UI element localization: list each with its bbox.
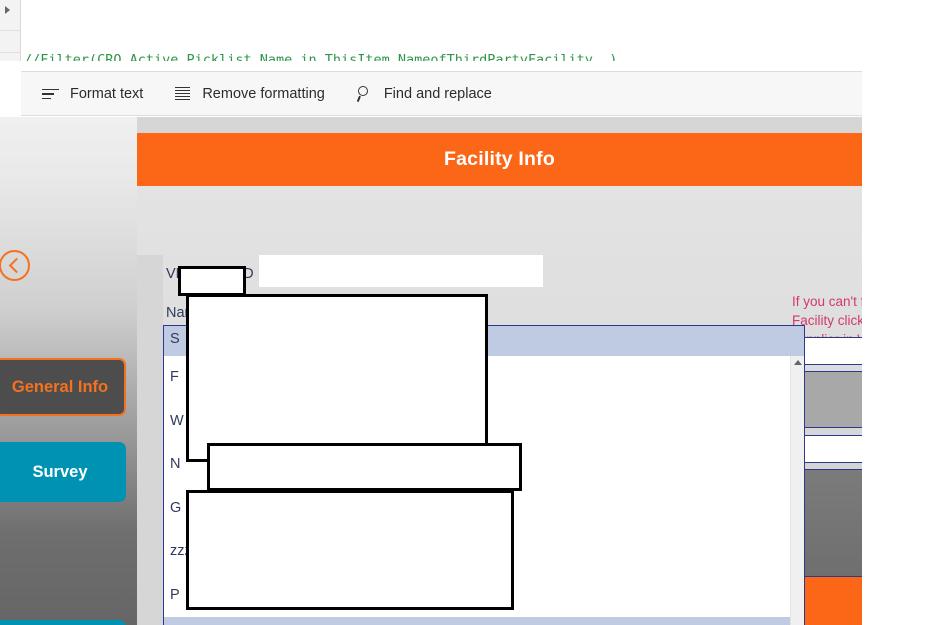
vmstars-id-input[interactable] bbox=[259, 255, 543, 287]
gutter-divider bbox=[0, 52, 21, 53]
redaction-box bbox=[186, 294, 488, 462]
combobox-scrollbar[interactable] bbox=[790, 356, 804, 625]
sidebar-item-attachments[interactable]: Attachments bbox=[0, 620, 126, 625]
combobox-option-label: G bbox=[170, 499, 182, 516]
page-title: Facility Info bbox=[444, 148, 555, 170]
formula-gutter bbox=[0, 0, 21, 61]
format-text-icon bbox=[41, 84, 61, 104]
search-icon bbox=[355, 84, 375, 104]
formula-bar[interactable]: //Filter(CRO_Active_Picklist,Name in Thi… bbox=[0, 0, 933, 61]
app-navigation-pane: General Info Survey Attachments bbox=[0, 117, 137, 625]
combobox-option-label: W bbox=[170, 412, 184, 429]
combobox-search-value: S bbox=[170, 331, 180, 347]
formula-code[interactable]: //Filter(CRO_Active_Picklist,Name in Thi… bbox=[24, 0, 933, 61]
format-text-button[interactable]: Format text bbox=[35, 71, 149, 116]
combobox-option-label: N bbox=[170, 456, 181, 472]
formula-toolbar: Format text Remove formatting Find and r… bbox=[21, 71, 862, 116]
redaction-box bbox=[186, 490, 514, 610]
chevron-left-icon bbox=[8, 257, 25, 274]
formula-line-1: //Filter(CRO_Active_Picklist,Name in Thi… bbox=[24, 48, 933, 61]
combobox-option[interactable]: P bbox=[164, 617, 804, 625]
scroll-up-arrow-icon[interactable] bbox=[794, 360, 802, 365]
screen-header: Facility Info bbox=[137, 133, 862, 186]
combobox-option-label: P bbox=[170, 586, 180, 603]
formula-token: //Filter(CRO_Active_Picklist,Name in Thi… bbox=[24, 52, 618, 61]
format-text-label: Format text bbox=[70, 85, 144, 102]
remove-formatting-button[interactable]: Remove formatting bbox=[167, 71, 331, 116]
redaction-box bbox=[178, 266, 246, 296]
app-root: //Filter(CRO_Active_Picklist,Name in Thi… bbox=[0, 0, 933, 625]
sidebar-item-label: General Info bbox=[11, 377, 109, 396]
helper-text-line: If you can't f bbox=[792, 294, 862, 309]
sidebar-item-label: Survey bbox=[32, 462, 88, 481]
expand-caret-icon[interactable] bbox=[5, 6, 10, 14]
gutter-divider bbox=[0, 30, 21, 31]
sidebar-item-survey[interactable]: Survey bbox=[0, 442, 126, 502]
redaction-box bbox=[207, 443, 522, 491]
find-and-replace-button[interactable]: Find and replace bbox=[349, 71, 498, 116]
combobox-option-label: F bbox=[170, 369, 179, 385]
left-rail bbox=[137, 255, 163, 625]
remove-formatting-icon bbox=[173, 84, 193, 104]
back-button[interactable] bbox=[0, 250, 30, 281]
remove-formatting-label: Remove formatting bbox=[202, 85, 325, 102]
sidebar-item-general-info[interactable]: General Info bbox=[0, 358, 126, 416]
find-and-replace-label: Find and replace bbox=[383, 85, 492, 102]
